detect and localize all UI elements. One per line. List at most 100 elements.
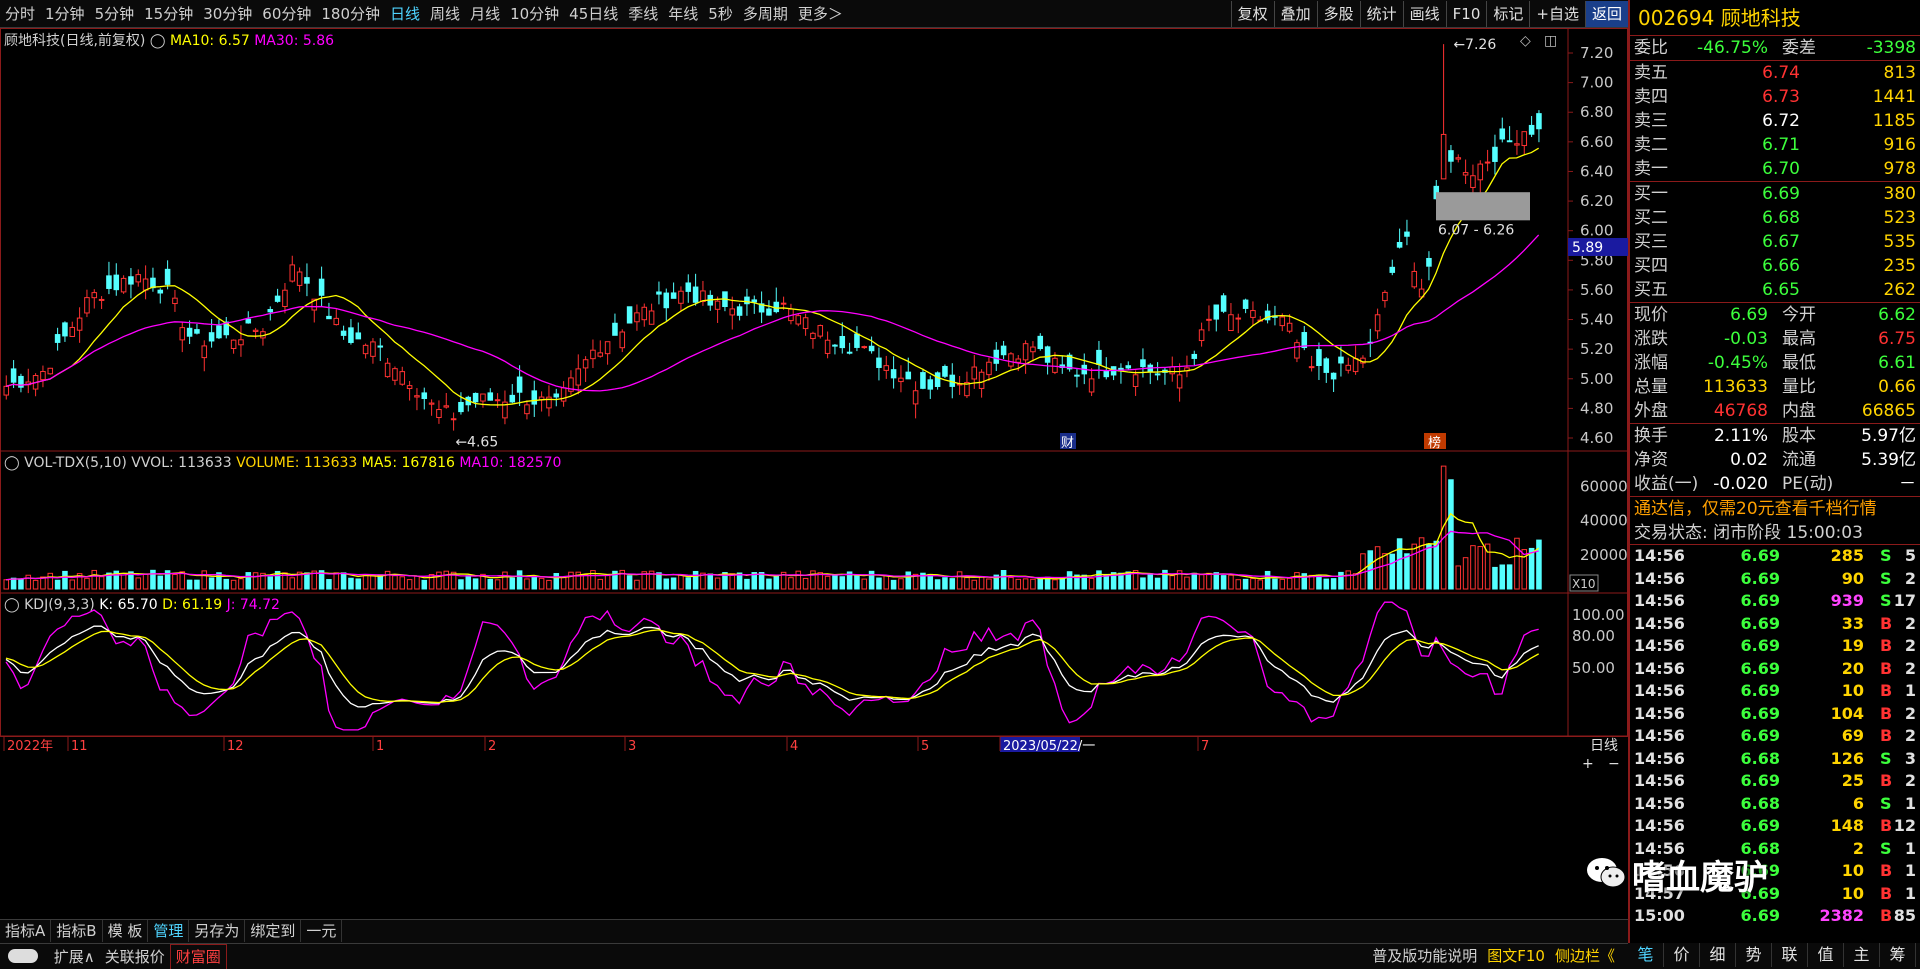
period-tab-16[interactable]: 更多＞ bbox=[793, 0, 848, 28]
range-box bbox=[1436, 192, 1530, 221]
kdj-tick: 100.00 bbox=[1572, 606, 1625, 624]
trade-state: 交易状态: 闭市阶段 15:00:03 bbox=[1630, 521, 1920, 545]
volume-bar bbox=[1059, 578, 1066, 590]
promo-banner[interactable]: 通达信，仅需20元查看千档行情 bbox=[1630, 497, 1920, 521]
candle-body bbox=[326, 315, 332, 320]
stats-row: 现价 6.69 今开 6.62 bbox=[1630, 303, 1920, 327]
tool-button-7[interactable]: +自选 bbox=[1529, 1, 1585, 27]
tick-price: 6.69 bbox=[1740, 771, 1780, 790]
period-tab-6[interactable]: 180分钟 bbox=[316, 0, 385, 28]
tool-button-6[interactable]: 标记 bbox=[1486, 1, 1529, 27]
status-left-1[interactable]: 关联报价 bbox=[100, 945, 170, 969]
zoom-out-icon[interactable]: − bbox=[1608, 756, 1620, 772]
panel-toggle-icon[interactable]: ◫ bbox=[1544, 33, 1557, 49]
stats-label2: 内盘 bbox=[1782, 401, 1816, 421]
price-tick: 5.00 bbox=[1580, 370, 1613, 388]
quote-tab-5[interactable]: 值 bbox=[1808, 943, 1844, 967]
volume-bar bbox=[685, 577, 692, 590]
period-tab-10[interactable]: 10分钟 bbox=[505, 0, 564, 28]
tick-dir: S bbox=[1880, 793, 1892, 813]
candle-body bbox=[685, 282, 692, 292]
volume-bar bbox=[942, 577, 948, 590]
bids-label: 买二 bbox=[1634, 208, 1668, 228]
tool-button-2[interactable]: 多股 bbox=[1316, 1, 1360, 27]
volume-bar bbox=[333, 572, 340, 590]
marker-cai[interactable]: 财 bbox=[1061, 436, 1074, 451]
tool-button-8[interactable]: 返回 bbox=[1584, 1, 1628, 27]
tool-button-4[interactable]: 画线 bbox=[1402, 1, 1446, 27]
status-right-2[interactable]: 侧边栏《 bbox=[1550, 944, 1620, 968]
period-tab-4[interactable]: 30分钟 bbox=[198, 0, 257, 28]
period-tab-8[interactable]: 周线 bbox=[425, 0, 465, 28]
tick-qty: 33 bbox=[1841, 613, 1864, 633]
stats-block: 现价 6.69 今开 6.62 涨跌 -0.03 最高 6.75 涨幅 -0.45% 最低 6.61 总… bbox=[1630, 302, 1920, 423]
period-tab-7[interactable]: 日线 bbox=[385, 0, 425, 28]
stats-value2: 66865 bbox=[1861, 401, 1916, 421]
candle-body bbox=[1250, 310, 1256, 318]
candle-body bbox=[1374, 314, 1381, 332]
tick-dir: S bbox=[1880, 591, 1892, 610]
toggle-switch[interactable] bbox=[8, 949, 38, 963]
candle-body bbox=[348, 327, 354, 343]
indicator-tab-0[interactable]: 指标A bbox=[0, 920, 52, 942]
volume-bar bbox=[986, 578, 992, 590]
kline-chart[interactable]: ←7.26 ←4.65 6.07 - 6.26 财 榜 7.20 7.00 6.80 6.60… bbox=[0, 28, 1628, 915]
period-tab-9[interactable]: 月线 bbox=[465, 0, 505, 28]
indicator-tab-6[interactable]: 一元 bbox=[301, 920, 343, 942]
price-tick: 6.80 bbox=[1580, 103, 1613, 121]
period-tab-0[interactable]: 分时 bbox=[0, 0, 40, 28]
candle-body bbox=[729, 308, 736, 316]
status-right-0[interactable]: 普及版功能说明 bbox=[1367, 944, 1482, 968]
bids-price: 6.69 bbox=[1762, 184, 1800, 204]
volume-bar bbox=[1492, 566, 1498, 590]
period-tab-12[interactable]: 季线 bbox=[623, 0, 663, 28]
candle-body bbox=[641, 306, 648, 321]
period-tab-1[interactable]: 1分钟 bbox=[40, 0, 90, 28]
volume-bar bbox=[494, 579, 501, 590]
stock-code: 002694 bbox=[1638, 6, 1715, 30]
period-tab-11[interactable]: 45日线 bbox=[564, 0, 623, 28]
tick-row: 14:56 6.68 6 S 1 bbox=[1630, 793, 1920, 816]
period-tab-15[interactable]: 多周期 bbox=[738, 0, 793, 28]
volume-bar bbox=[824, 575, 831, 590]
status-left-0[interactable]: 扩展∧ bbox=[49, 945, 100, 969]
period-tab-2[interactable]: 5分钟 bbox=[90, 0, 140, 28]
quote-tab-7[interactable]: 筹 bbox=[1880, 943, 1916, 967]
candle-body bbox=[509, 394, 516, 403]
bids-price: 6.68 bbox=[1762, 208, 1800, 228]
tool-button-0[interactable]: 复权 bbox=[1230, 1, 1274, 27]
tool-button-3[interactable]: 统计 bbox=[1359, 1, 1403, 27]
indicator-tab-5[interactable]: 绑定到 bbox=[245, 920, 302, 942]
asks-label: 卖四 bbox=[1634, 87, 1668, 107]
indicator-tab-4[interactable]: 另存为 bbox=[189, 920, 246, 942]
zoom-in-icon[interactable]: + bbox=[1582, 756, 1594, 772]
indicator-tab-1[interactable]: 指标B bbox=[51, 920, 103, 942]
quote-tab-1[interactable]: 价 bbox=[1664, 943, 1700, 967]
candle-body bbox=[62, 322, 68, 337]
indicator-tab-3[interactable]: 管理 bbox=[148, 920, 190, 942]
tool-button-1[interactable]: 叠加 bbox=[1273, 1, 1317, 27]
quote-tab-0[interactable]: 笔 bbox=[1628, 943, 1664, 967]
marker-bang[interactable]: 榜 bbox=[1428, 435, 1441, 451]
tick-dir: B bbox=[1880, 636, 1893, 655]
quote-tab-6[interactable]: 主 bbox=[1844, 943, 1880, 967]
period-tab-14[interactable]: 5秒 bbox=[703, 0, 738, 28]
quote-tab-3[interactable]: 势 bbox=[1736, 943, 1772, 967]
vvol-legend: VVOL: 113633 bbox=[131, 455, 236, 471]
indicator-tab-2[interactable]: 模 板 bbox=[103, 920, 149, 942]
candle-body bbox=[524, 404, 530, 415]
diamond-icon[interactable]: ◇ bbox=[1520, 33, 1531, 49]
volume-bar bbox=[773, 576, 780, 590]
status-left-2[interactable]: 财富圈 bbox=[169, 944, 227, 969]
volume-bar bbox=[487, 578, 494, 590]
quote-tab-4[interactable]: 联 bbox=[1772, 943, 1808, 967]
period-tab-3[interactable]: 15分钟 bbox=[139, 0, 198, 28]
quote-tab-2[interactable]: 细 bbox=[1700, 943, 1736, 967]
period-tab-13[interactable]: 年线 bbox=[663, 0, 703, 28]
stats-row: 涨幅 -0.45% 最低 6.61 bbox=[1630, 351, 1920, 375]
period-tab-5[interactable]: 60分钟 bbox=[257, 0, 316, 28]
svg-text:◯ VOL-TDX(5,10) VVOL: 113633: ◯ VOL-TDX(5,10) VVOL: 113633 VOLUME: 113… bbox=[4, 455, 561, 471]
status-right-1[interactable]: 图文F10 bbox=[1482, 944, 1550, 968]
volume-bar bbox=[62, 570, 68, 590]
tool-button-5[interactable]: F10 bbox=[1445, 1, 1487, 27]
